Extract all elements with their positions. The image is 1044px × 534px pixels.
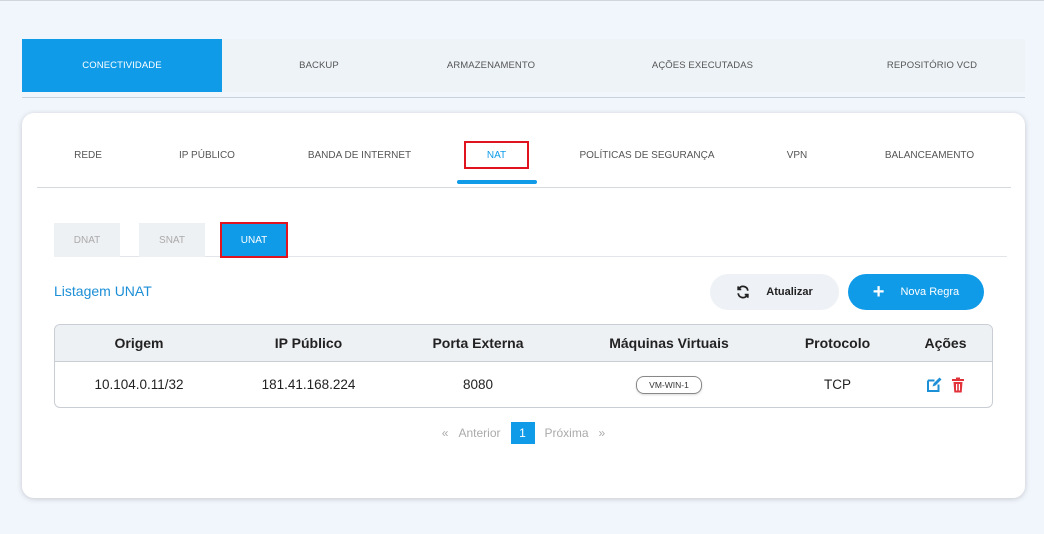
plus-icon: + (872, 281, 885, 303)
refresh-icon (737, 285, 749, 299)
header-acoes: Ações (924, 335, 967, 351)
top-divider (22, 97, 1025, 98)
subtab-rede[interactable]: REDE (57, 141, 119, 169)
tab-repositorio-vcd[interactable]: REPOSITÓRIO VCD (839, 39, 1025, 92)
tab-conectividade[interactable]: CONECTIVIDADE (22, 39, 222, 92)
subtab-balanceamento[interactable]: BALANCEAMENTO (877, 141, 982, 169)
subtab-politicas-seguranca[interactable]: POLÍTICAS DE SEGURANÇA (577, 141, 717, 169)
sub-tabs: REDE IP PÚBLICO BANDA DE INTERNET NAT PO… (37, 113, 1011, 188)
new-rule-button[interactable]: + Nova Regra (848, 274, 984, 310)
tab-backup[interactable]: BACKUP (222, 39, 416, 92)
unat-table: Origem IP Público Porta Externa Máquinas… (54, 324, 993, 408)
list-title: Listagem UNAT (54, 283, 152, 299)
refresh-label: Atualizar (766, 286, 813, 298)
table-row: 10.104.0.11/32 181.41.168.224 8080 VM-WI… (55, 362, 992, 407)
active-tab-underline (457, 180, 537, 184)
nat-tab-dnat[interactable]: DNAT (54, 223, 120, 257)
pagination: « Anterior 1 Próxima » (22, 422, 1025, 444)
subtab-nat[interactable]: NAT (464, 141, 529, 169)
nat-tab-snat[interactable]: SNAT (139, 223, 205, 257)
content-card: REDE IP PÚBLICO BANDA DE INTERNET NAT PO… (22, 113, 1025, 498)
top-tabs: CONECTIVIDADE BACKUP ARMAZENAMENTO AÇÕES… (22, 39, 1025, 92)
nat-tab-unat[interactable]: UNAT (220, 222, 288, 258)
pagination-current-page[interactable]: 1 (510, 422, 535, 444)
pagination-next[interactable]: Próxima (545, 426, 589, 440)
header-protocolo: Protocolo (804, 335, 871, 351)
nat-tabs: DNAT SNAT UNAT (54, 222, 1007, 258)
pagination-last[interactable]: » (599, 426, 606, 440)
header-origem: Origem (114, 335, 164, 351)
vm-badge[interactable]: VM-WIN-1 (636, 375, 702, 394)
cell-maquinas-virtuais: VM-WIN-1 (562, 362, 776, 407)
cell-porta-externa: 8080 (462, 377, 494, 392)
cell-acoes (899, 362, 992, 407)
table-header: Origem IP Público Porta Externa Máquinas… (55, 325, 992, 362)
subtab-banda-internet[interactable]: BANDA DE INTERNET (302, 141, 417, 169)
subtab-ip-publico[interactable]: IP PÚBLICO (167, 141, 247, 169)
header-maquinas-virtuais: Máquinas Virtuais (609, 335, 729, 351)
new-rule-label: Nova Regra (900, 286, 960, 298)
header-porta-externa: Porta Externa (432, 335, 524, 351)
pagination-first[interactable]: « (442, 426, 449, 440)
header-ip-publico: IP Público (274, 335, 343, 351)
cell-origem: 10.104.0.11/32 (94, 377, 184, 392)
tab-acoes-executadas[interactable]: AÇÕES EXECUTADAS (566, 39, 839, 92)
subtab-vpn[interactable]: VPN (772, 141, 822, 169)
cell-protocolo: TCP (824, 377, 851, 392)
pagination-prev[interactable]: Anterior (458, 426, 500, 440)
cell-ip-publico: 181.41.168.224 (261, 377, 356, 392)
refresh-button[interactable]: Atualizar (710, 274, 839, 310)
tab-armazenamento[interactable]: ARMAZENAMENTO (416, 39, 566, 92)
edit-icon[interactable] (926, 377, 942, 393)
trash-icon[interactable] (950, 377, 966, 393)
